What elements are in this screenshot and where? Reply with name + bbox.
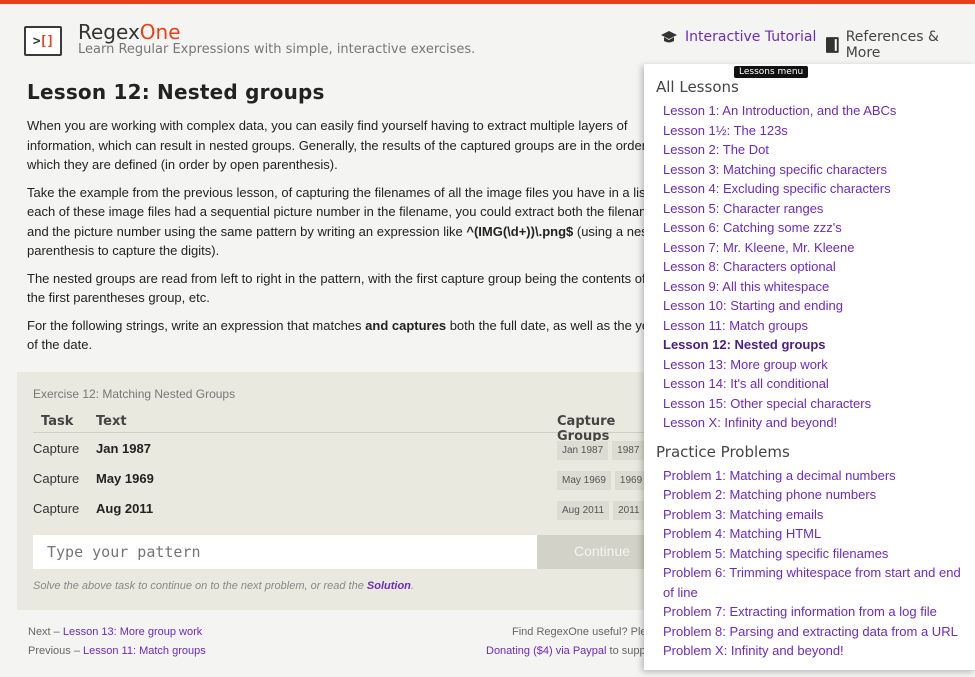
menu-lesson-item[interactable]: Lesson 1½: The 123s xyxy=(656,121,975,141)
lessons-menu: All Lessons Lesson 1: An Introduction, a… xyxy=(644,64,975,670)
menu-problem-item[interactable]: Problem 4: Matching HTML xyxy=(656,524,975,544)
menu-problem-item[interactable]: Problem 1: Matching a decimal numbers xyxy=(656,466,975,486)
lessons-menu-tooltip: Lessons menu xyxy=(734,66,809,78)
menu-lesson-item[interactable]: Lesson 15: Other special characters xyxy=(656,394,975,414)
donate-line: Donating ($4) via Paypal to support our … xyxy=(486,645,646,657)
footer-next: Next – Lesson 13: More group work xyxy=(28,623,206,642)
footer-navigation: Next – Lesson 13: More group work Previo… xyxy=(28,623,206,661)
row-text: Aug 2011 xyxy=(96,501,154,516)
row-text: May 1969 xyxy=(96,471,154,486)
capture-group-chip: 1969 xyxy=(614,471,648,490)
next-prefix: Next – xyxy=(28,626,63,638)
brand-name[interactable]: RegexOne xyxy=(78,20,181,44)
solution-link[interactable]: Solution xyxy=(367,580,411,592)
book-icon xyxy=(826,37,839,53)
donate-link[interactable]: Donating ($4) via Paypal xyxy=(486,645,606,657)
lesson-paragraph-4: For the following strings, write an expr… xyxy=(27,316,667,355)
lesson-paragraph-3: The nested groups are read from left to … xyxy=(27,270,646,306)
lesson-content: Lesson 12: Nested groups When you are wo… xyxy=(27,80,667,363)
exercise-hint: Solve the above task to continue on to t… xyxy=(33,580,414,592)
row-capture-groups: May 1969 1969 xyxy=(557,471,648,490)
footer-donate: Find RegexOne useful? Please consider Do… xyxy=(486,623,646,661)
capture-group-chip: Jan 1987 xyxy=(557,441,609,460)
all-lessons-heading: All Lessons xyxy=(656,78,739,96)
menu-lesson-item-active[interactable]: Lesson 12: Nested groups xyxy=(656,335,975,355)
capture-group-chip: 2011 xyxy=(613,501,645,520)
menu-lesson-item[interactable]: Lesson 10: Starting and ending xyxy=(656,296,975,316)
row-task: Capture xyxy=(33,441,80,456)
menu-lesson-item[interactable]: Lesson 11: Match groups xyxy=(656,316,975,336)
nav-references[interactable]: References & More xyxy=(826,29,975,61)
previous-lesson-link[interactable]: Lesson 11: Match groups xyxy=(83,645,206,657)
hint-end: . xyxy=(410,580,414,592)
exercise-title: Exercise 12: Matching Nested Groups xyxy=(33,387,236,401)
p4-text-a: For the following strings, write an expr… xyxy=(27,317,366,333)
lesson-paragraph-1: When you are working with complex data, … xyxy=(27,118,660,172)
regex-bracket-logo-icon[interactable]: >[] xyxy=(24,26,62,56)
menu-lesson-item[interactable]: Lesson 4: Excluding specific characters xyxy=(656,179,975,199)
menu-problem-item[interactable]: Problem 8: Parsing and extracting data f… xyxy=(656,622,975,642)
brand-one: One xyxy=(139,20,181,44)
next-lesson-link[interactable]: Lesson 13: More group work xyxy=(63,626,202,638)
table-row: Capture Jan 1987 Jan 1987 1987 xyxy=(33,433,667,463)
capture-group-chip: May 1969 xyxy=(557,471,611,490)
brand-regex: Regex xyxy=(78,20,140,44)
menu-lesson-item[interactable]: Lesson 7: Mr. Kleene, Mr. Kleene xyxy=(656,238,975,258)
menu-lesson-item[interactable]: Lesson 8: Characters optional xyxy=(656,257,975,277)
row-task: Capture xyxy=(33,471,80,486)
menu-lesson-item[interactable]: Lesson 5: Character ranges xyxy=(656,199,975,219)
nav-interactive-tutorial[interactable]: Interactive Tutorial xyxy=(660,29,816,45)
row-capture-groups: Jan 1987 1987 xyxy=(557,441,645,460)
row-task: Capture xyxy=(33,501,80,516)
lesson-paragraph-2: Take the example from the previous lesso… xyxy=(27,183,667,261)
menu-problem-item[interactable]: Problem X: Infinity and beyond! xyxy=(656,641,975,661)
menu-problem-item[interactable]: Problem 5: Matching specific filenames xyxy=(656,544,975,564)
pattern-input[interactable] xyxy=(33,535,537,569)
menu-lesson-item[interactable]: Lesson 14: It's all conditional xyxy=(656,374,975,394)
menu-problem-item[interactable]: Problem 6: Trimming whitespace from star… xyxy=(656,563,975,602)
tagline: Learn Regular Expressions with simple, i… xyxy=(78,42,476,57)
donate-suffix: to support our site. xyxy=(609,645,646,657)
menu-lesson-item[interactable]: Lesson 3: Matching specific characters xyxy=(656,160,975,180)
graduation-cap-icon xyxy=(661,31,677,43)
exercise-table: Task Text Capture Groups Capture Jan 198… xyxy=(33,409,667,523)
exercise-table-header: Task Text Capture Groups xyxy=(33,409,667,444)
p4-bold: and captures xyxy=(365,317,447,333)
row-capture-groups: Aug 2011 2011 xyxy=(557,501,645,520)
lessons-list: Lesson 1: An Introduction, and the ABCs L… xyxy=(656,101,975,433)
exercise-panel: Exercise 12: Matching Nested Groups Task… xyxy=(17,372,667,610)
menu-lesson-item[interactable]: Lesson 6: Catching some zzz's xyxy=(656,218,975,238)
col-task: Task xyxy=(41,414,74,429)
nav-references-label: References & More xyxy=(845,29,939,61)
table-row: Capture May 1969 May 1969 1969 xyxy=(33,463,667,493)
menu-lesson-item[interactable]: Lesson 13: More group work xyxy=(656,355,975,375)
menu-lesson-item[interactable]: Lesson X: Infinity and beyond! xyxy=(656,413,975,433)
row-text: Jan 1987 xyxy=(96,441,151,456)
nav-tutorial-label: Interactive Tutorial xyxy=(685,29,817,45)
footer-previous: Previous – Lesson 11: Match groups xyxy=(28,642,206,661)
practice-problems-heading: Practice Problems xyxy=(656,442,790,461)
prev-prefix: Previous – xyxy=(28,645,84,657)
capture-group-chip: 1987 xyxy=(612,441,645,460)
site-header: >[] RegexOne Learn Regular Expressions w… xyxy=(0,4,975,68)
menu-lesson-item[interactable]: Lesson 1: An Introduction, and the ABCs xyxy=(656,101,975,121)
menu-lesson-item[interactable]: Lesson 2: The Dot xyxy=(656,140,975,160)
menu-problem-item[interactable]: Problem 7: Extracting information from a… xyxy=(656,602,975,622)
menu-lesson-item[interactable]: Lesson 9: All this whitespace xyxy=(656,277,975,297)
p2-code: ^(IMG(\d+))\.png$ xyxy=(466,223,574,239)
table-row: Capture Aug 2011 Aug 2011 2011 xyxy=(33,493,667,523)
capture-group-chip: Aug 2011 xyxy=(557,501,610,520)
useful-text: Find RegexOne useful? Please consider xyxy=(512,626,646,638)
col-text: Text xyxy=(96,414,127,429)
hint-text: Solve the above task to continue on to t… xyxy=(33,580,367,592)
menu-problem-item[interactable]: Problem 3: Matching emails xyxy=(656,505,975,525)
problems-list: Problem 1: Matching a decimal numbers Pro… xyxy=(656,466,975,661)
lesson-title: Lesson 12: Nested groups xyxy=(27,80,325,104)
menu-problem-item[interactable]: Problem 2: Matching phone numbers xyxy=(656,485,975,505)
